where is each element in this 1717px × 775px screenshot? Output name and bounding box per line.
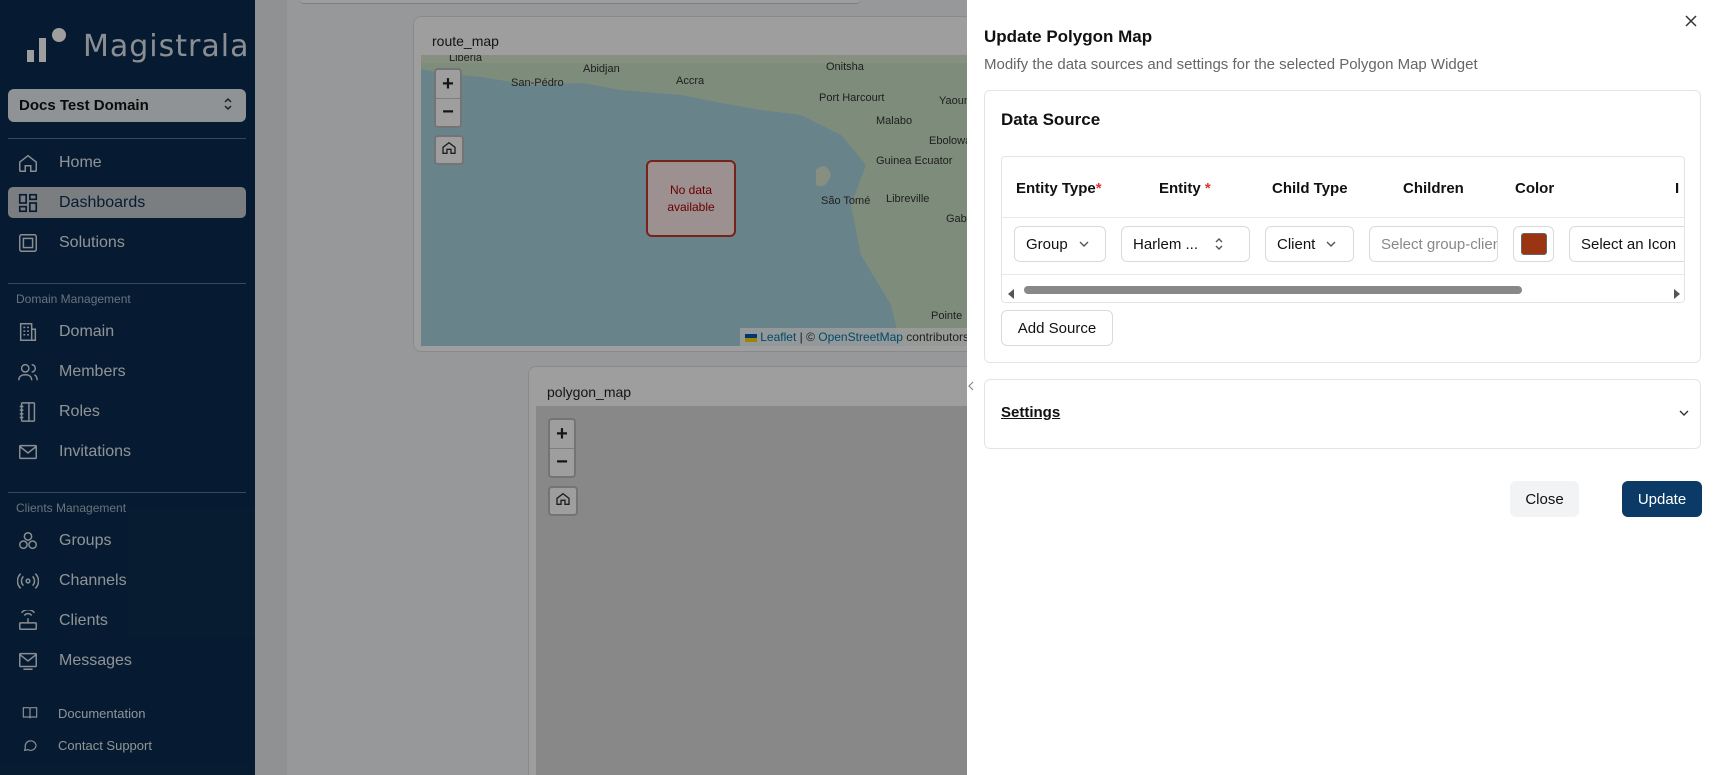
data-source-table: Entity Type* Entity * Child Type Childre…: [1001, 156, 1685, 303]
update-button[interactable]: Update: [1622, 481, 1702, 517]
update-polygon-map-panel: Update Polygon Map Modify the data sourc…: [967, 0, 1717, 775]
column-children: Children: [1403, 180, 1464, 197]
column-color: Color: [1515, 180, 1555, 197]
icon-select[interactable]: Select an Icon: [1569, 226, 1684, 262]
chevron-down-icon[interactable]: [1678, 404, 1690, 422]
modal-backdrop[interactable]: [0, 0, 967, 775]
close-button[interactable]: Close: [1510, 481, 1579, 517]
chevron-left-icon: [968, 380, 974, 394]
data-source-card: Data Source Entity Type* Entity * Child …: [984, 90, 1701, 363]
horizontal-scrollbar[interactable]: [1002, 281, 1684, 302]
color-picker[interactable]: [1513, 226, 1554, 262]
column-icon: I: [1675, 180, 1680, 197]
scroll-right-icon[interactable]: [1672, 286, 1680, 302]
scrollbar-thumb[interactable]: [1024, 286, 1522, 294]
panel-collapse-handle[interactable]: [968, 380, 974, 394]
panel-title: Update Polygon Map: [984, 27, 1153, 46]
column-entity: Entity *: [1159, 180, 1211, 197]
column-child-type: Child Type: [1272, 180, 1348, 197]
chevron-down-icon: [1325, 240, 1337, 248]
settings-toggle[interactable]: Settings: [1001, 404, 1060, 421]
entity-select[interactable]: Harlem ...: [1121, 226, 1250, 262]
color-swatch: [1520, 233, 1547, 255]
scroll-left-icon[interactable]: [1008, 286, 1016, 302]
close-icon: [1685, 14, 1697, 32]
settings-card[interactable]: Settings: [984, 379, 1701, 449]
data-source-heading: Data Source: [1001, 110, 1101, 129]
chevron-down-icon: [1078, 240, 1090, 248]
column-entity-type: Entity Type*: [1016, 180, 1102, 197]
add-source-button[interactable]: Add Source: [1001, 310, 1113, 346]
children-select[interactable]: Select group-clients: [1369, 226, 1498, 262]
child-type-select[interactable]: Client: [1265, 226, 1354, 262]
close-panel-button[interactable]: [1681, 13, 1701, 33]
panel-subtitle: Modify the data sources and settings for…: [984, 56, 1478, 73]
entity-type-select[interactable]: Group: [1014, 226, 1106, 262]
chevron-updown-icon: [1214, 237, 1224, 251]
